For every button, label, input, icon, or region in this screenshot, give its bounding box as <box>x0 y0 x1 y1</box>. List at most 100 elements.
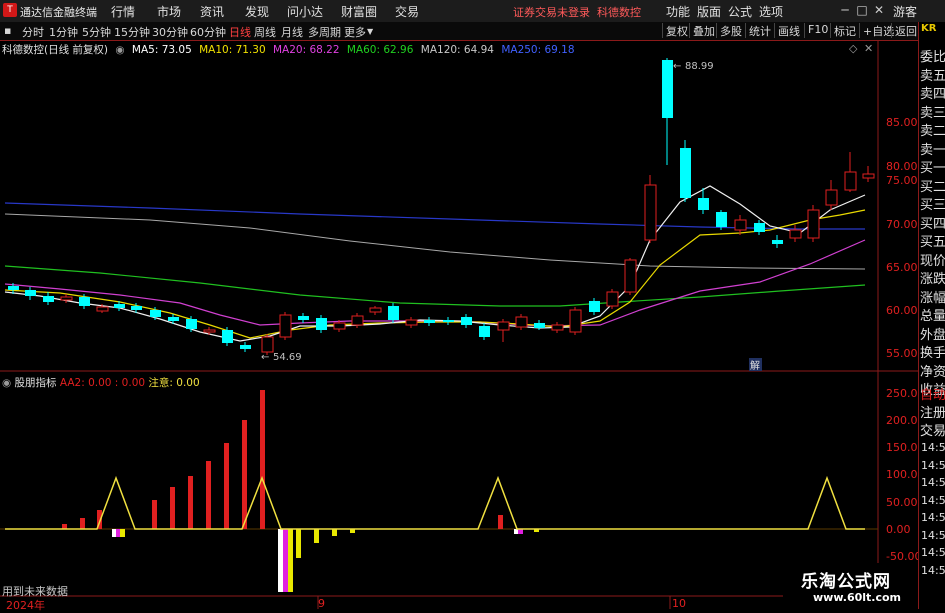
close-chart-icon[interactable]: ✕ <box>864 42 873 55</box>
diamond-icon[interactable]: ◇ <box>849 42 857 55</box>
stats-button[interactable]: 统计 <box>745 23 771 38</box>
side-item[interactable]: 卖三 <box>920 102 945 121</box>
indicator-settings-icon[interactable]: ◉ <box>2 377 11 389</box>
indicator-bar <box>283 529 288 592</box>
price-tick: 65.00 <box>886 261 918 274</box>
period-15min[interactable]: 15分钟 <box>114 24 150 40</box>
period-monthly[interactable]: 月线 <box>281 24 303 40</box>
period-daily[interactable]: 日线 <box>229 24 251 40</box>
period-more[interactable]: 更多 <box>344 24 366 40</box>
candle <box>96 306 109 312</box>
high-arrow-icon: ← <box>673 61 681 72</box>
candle <box>479 326 490 337</box>
candle <box>405 319 418 326</box>
period-60min[interactable]: 60分钟 <box>190 24 226 40</box>
menu-options[interactable]: 选项 <box>759 3 783 20</box>
ma5-line <box>4 185 866 342</box>
indicator-bar <box>260 390 265 529</box>
side-item[interactable]: 涨幅 <box>920 287 945 306</box>
side-item[interactable]: 买三 <box>920 194 945 213</box>
period-toolbar: ▪ 分时 1分钟 5分钟 15分钟 30分钟 60分钟 日线 周线 月线 多周期… <box>0 22 918 41</box>
minimize-icon[interactable]: ─ <box>838 2 852 18</box>
candle <box>698 198 709 210</box>
price-tick: 60.00 <box>886 304 918 317</box>
ma-settings-icon[interactable]: ◉ <box>115 44 124 56</box>
menu-discover[interactable]: 发现 <box>245 3 269 20</box>
watermark-url: www.60lt.com <box>813 591 902 604</box>
period-30min[interactable]: 30分钟 <box>152 24 188 40</box>
candle <box>333 322 346 330</box>
candle <box>298 316 309 320</box>
side-item[interactable]: 涨跌 <box>920 268 945 287</box>
more-chevron-icon[interactable]: ▼ <box>367 27 373 36</box>
period-weekly[interactable]: 周线 <box>254 24 276 40</box>
menu-ask[interactable]: 问小达 <box>287 3 323 20</box>
side-item[interactable]: 总量 <box>920 305 945 324</box>
ma10-label: MA10: 71.30 <box>199 44 266 56</box>
menu-function[interactable]: 功能 <box>666 3 690 20</box>
side-item[interactable]: 卖四 <box>920 83 945 102</box>
period-intraday[interactable]: 分时 <box>22 24 44 40</box>
period-tick-icon[interactable]: ▪ <box>4 24 11 37</box>
menu-wealth[interactable]: 财富圈 <box>341 3 377 20</box>
draw-line-button[interactable]: 画线 <box>774 23 800 38</box>
side-auto-item[interactable]: 注册 <box>920 402 945 421</box>
side-item[interactable]: 委比 <box>920 46 945 65</box>
period-multi[interactable]: 多周期 <box>308 24 341 40</box>
trade-login-warning[interactable]: 证券交易未登录 科德数控 <box>513 4 641 20</box>
period-5min[interactable]: 5分钟 <box>82 24 111 40</box>
side-trade-time: 14:56 <box>921 546 945 559</box>
kline-chart[interactable]: ← 88.99 ← 54.69 解 <box>0 40 918 609</box>
ma5-label: MA5: 73.05 <box>131 44 192 56</box>
mark-button[interactable]: 标记 <box>830 23 856 38</box>
side-item[interactable]: 买一 <box>920 157 945 176</box>
multi-stock-button[interactable]: 多股 <box>716 23 742 38</box>
date-label-year: 2024年 <box>6 599 45 612</box>
side-auto-item[interactable]: 交易 <box>920 420 945 439</box>
side-item[interactable]: 买二 <box>920 176 945 195</box>
guest-label[interactable]: 游客 <box>893 3 917 20</box>
overlay-button[interactable]: 叠加 <box>689 23 715 38</box>
low-price-label: 54.69 <box>273 352 302 363</box>
maximize-icon[interactable]: □ <box>855 2 869 18</box>
side-item[interactable]: 现价 <box>920 250 945 269</box>
indicator-bar <box>188 476 193 529</box>
period-1min[interactable]: 1分钟 <box>49 24 78 40</box>
side-auto-item[interactable]: 自动 <box>920 384 945 403</box>
candle <box>624 259 637 293</box>
candle <box>79 297 90 306</box>
candle <box>168 317 179 321</box>
side-item[interactable]: 买四 <box>920 213 945 232</box>
menu-layout[interactable]: 版面 <box>697 3 721 20</box>
price-tick: 85.00 <box>886 116 918 129</box>
main-chart-title: 科德数控(日线 前复权) <box>2 44 109 56</box>
candle <box>388 306 399 320</box>
side-item[interactable]: 卖一 <box>920 139 945 158</box>
close-icon[interactable]: ✕ <box>872 2 886 18</box>
menu-bar: T 通达信金融终端 行情 市场 资讯 发现 问小达 财富圈 交易 证券交易未登录… <box>0 0 945 23</box>
back-button[interactable]: 返回 <box>891 23 917 38</box>
menu-quotes[interactable]: 行情 <box>111 3 135 20</box>
candle <box>515 316 528 328</box>
side-item[interactable]: 卖二 <box>920 120 945 139</box>
menu-market[interactable]: 市场 <box>157 3 181 20</box>
f10-button[interactable]: F10 <box>804 23 828 38</box>
side-item[interactable]: 净资 <box>920 361 945 380</box>
side-item[interactable]: 买五 <box>920 231 945 250</box>
add-watchlist-button[interactable]: +自选 <box>859 23 894 38</box>
indicator-tick: 50.00 <box>886 496 918 509</box>
candle <box>716 212 727 227</box>
side-item[interactable]: 外盘 <box>920 324 945 343</box>
menu-formula[interactable]: 公式 <box>728 3 752 20</box>
menu-trade[interactable]: 交易 <box>395 3 419 20</box>
price-tick: 75.00 <box>886 174 918 187</box>
menu-news[interactable]: 资讯 <box>200 3 224 20</box>
side-item[interactable]: 卖五 <box>920 65 945 84</box>
candle <box>261 336 274 353</box>
low-arrow-icon: ← <box>261 352 269 363</box>
candle <box>844 171 857 191</box>
price-tick: 55.00 <box>886 347 918 360</box>
side-item[interactable]: 换手 <box>920 342 945 361</box>
adjust-button[interactable]: 复权 <box>662 23 688 38</box>
quote-side-panel: KR 委比 卖五 卖四 卖三 卖二 卖一 买一 买二 买三 买四 买五 现价 涨跌 涨幅 总量 外盘 换手 净资收… <box>918 22 945 609</box>
